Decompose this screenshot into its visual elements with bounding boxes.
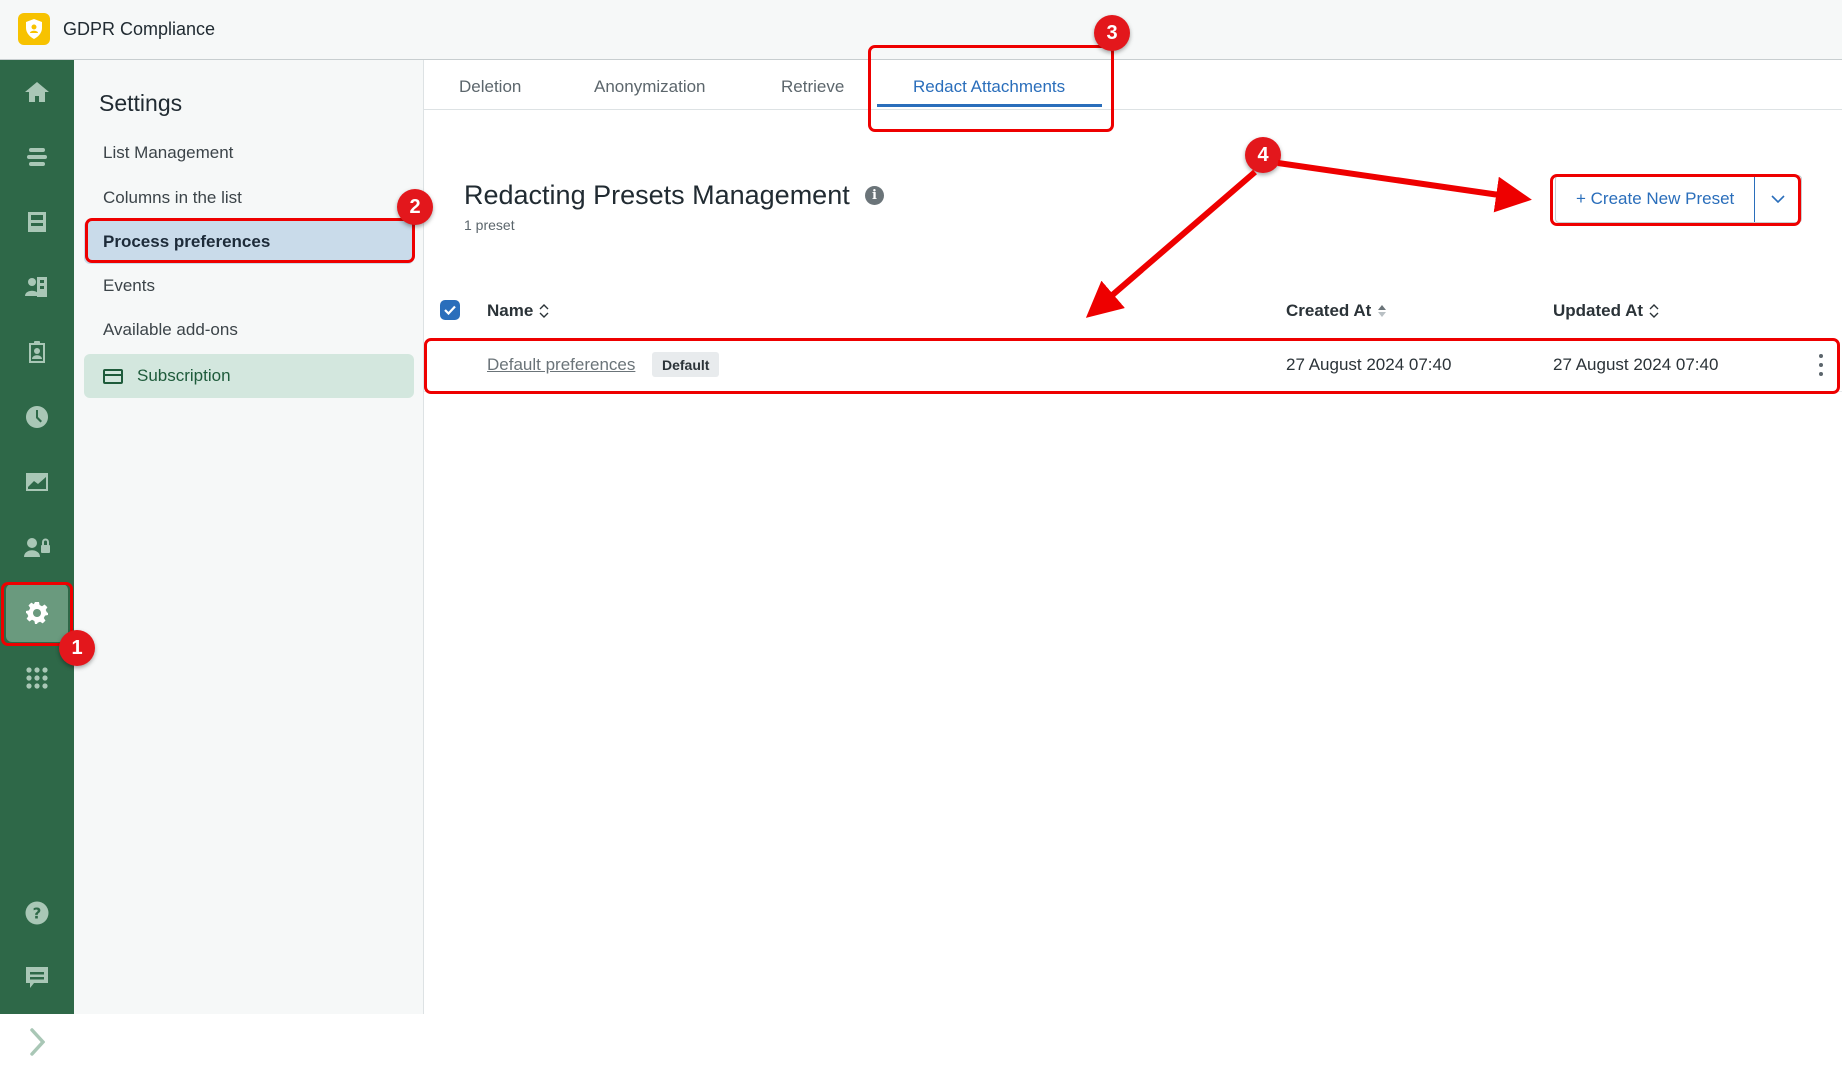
rail-inbox[interactable] <box>6 193 68 251</box>
sort-icon <box>539 304 549 318</box>
annotation-badge-2: 2 <box>397 189 433 225</box>
column-header-created-at[interactable]: Created At <box>1286 301 1387 321</box>
chevron-right-icon <box>30 1028 45 1056</box>
rail-expand[interactable] <box>6 1013 68 1071</box>
rail-reports[interactable] <box>6 453 68 511</box>
rail-help[interactable]: ? <box>6 884 68 942</box>
shield-user-icon <box>18 13 50 45</box>
settings-item-subscription[interactable]: Subscription <box>84 354 414 398</box>
check-icon <box>444 305 456 315</box>
tab-anonymization[interactable]: Anonymization <box>594 77 706 97</box>
rail-home[interactable] <box>6 63 68 121</box>
chat-icon <box>26 967 48 988</box>
user-lock-icon <box>24 538 50 557</box>
app-title: GDPR Compliance <box>63 19 216 39</box>
info-icon[interactable]: i <box>865 186 884 205</box>
column-header-name[interactable]: Name <box>487 301 549 321</box>
rail-apps[interactable] <box>6 649 68 707</box>
icon-rail: ? <box>0 60 74 1056</box>
settings-sidebar: Settings List Management Columns in the … <box>74 60 424 1014</box>
contacts-book-icon <box>25 277 47 297</box>
page-title: Redacting Presets Management <box>464 180 850 210</box>
column-header-label: Updated At <box>1553 301 1644 320</box>
annotation-badge-3: 3 <box>1094 15 1130 51</box>
rail-clipboard[interactable] <box>6 323 68 381</box>
annotation-box-4b <box>424 338 1840 394</box>
annotation-badge-1: 1 <box>59 630 95 666</box>
credit-card-icon <box>103 368 123 384</box>
settings-title: Settings <box>99 90 183 116</box>
svg-text:?: ? <box>33 905 42 923</box>
settings-item-columns[interactable]: Columns in the list <box>84 176 414 220</box>
rail-feedback[interactable] <box>6 949 68 1007</box>
rail-list[interactable] <box>6 128 68 186</box>
column-header-updated-at[interactable]: Updated At <box>1553 301 1659 321</box>
settings-item-events[interactable]: Events <box>84 264 414 308</box>
column-header-label: Created At <box>1286 301 1372 320</box>
settings-item-label: Columns in the list <box>103 188 242 207</box>
annotation-box-2 <box>85 218 415 263</box>
annotation-box-4a <box>1550 174 1801 226</box>
tab-deletion[interactable]: Deletion <box>459 77 521 97</box>
inbox-icon <box>28 212 46 232</box>
sort-icon <box>1649 304 1659 318</box>
clock-icon <box>26 406 49 428</box>
chart-icon <box>26 473 48 491</box>
preset-count: 1 preset <box>464 217 515 233</box>
annotation-badge-4: 4 <box>1245 137 1281 173</box>
settings-item-list-management[interactable]: List Management <box>84 131 414 175</box>
rail-contacts[interactable] <box>6 258 68 316</box>
rail-history[interactable] <box>6 388 68 446</box>
settings-item-label: Available add-ons <box>103 320 238 339</box>
settings-item-label: List Management <box>103 143 234 162</box>
apps-grid-icon <box>26 667 48 689</box>
list-icon <box>27 148 47 166</box>
clipboard-user-icon <box>29 341 45 363</box>
settings-item-label: Subscription <box>137 366 231 385</box>
column-header-label: Name <box>487 301 534 320</box>
settings-item-label: Events <box>103 276 155 295</box>
rail-access[interactable] <box>6 518 68 576</box>
annotation-box-3 <box>868 45 1114 132</box>
tab-retrieve[interactable]: Retrieve <box>781 77 844 97</box>
home-icon <box>25 82 49 102</box>
help-icon: ? <box>25 901 49 925</box>
sort-icon <box>1378 305 1387 317</box>
tab-bar: Deletion Anonymization Retrieve Redact A… <box>424 60 1842 110</box>
settings-item-addons[interactable]: Available add-ons <box>84 308 414 352</box>
select-all-checkbox[interactable] <box>440 300 460 320</box>
